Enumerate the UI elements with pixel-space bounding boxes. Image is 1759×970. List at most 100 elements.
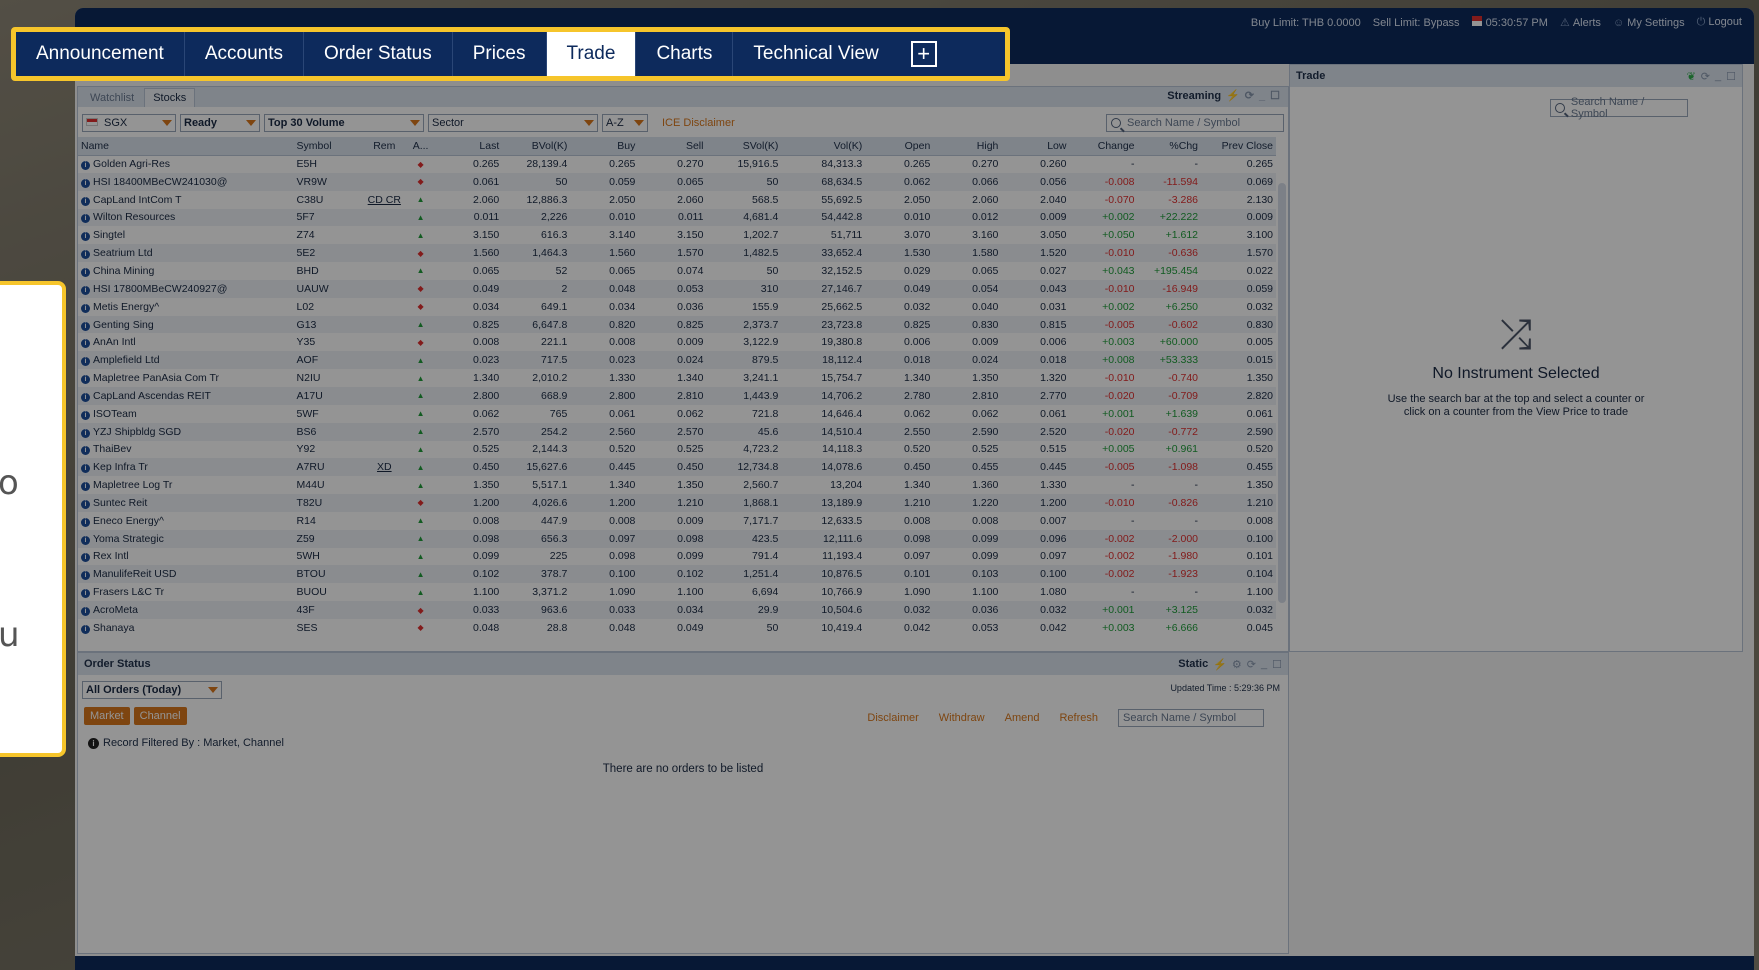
table-row[interactable]: i Rex Intl 5WH ▲ 0.099 225 0.098 0.099 791.4 11,1… <box>78 548 1276 566</box>
table-row[interactable]: i Wilton Resources 5F7 ▲ 0.011 2,226 0.010 0.01… <box>78 208 1276 227</box>
table-row[interactable]: i China Mining BHD ▲ 0.065 52 0.065 0.074 50 32,1… <box>78 262 1276 280</box>
table-row[interactable]: i HSI 17800MBeCW240927@ UAUW ◆ 0.049 2 0.048 0.… <box>78 279 1276 298</box>
refresh-icon[interactable]: ⟳ <box>1247 658 1256 671</box>
info-icon[interactable]: i <box>81 392 90 402</box>
table-row[interactable]: i Seatrium Ltd 5E2 ◆ 1.560 1,464.3 1.560 1.570 1… <box>78 244 1276 263</box>
column-header-name[interactable]: Name <box>78 137 294 156</box>
chip-market[interactable]: Market <box>84 707 130 725</box>
info-icon[interactable]: i <box>81 375 90 385</box>
cell-rem[interactable]: XD <box>361 458 407 477</box>
grid-scrollbar[interactable] <box>1278 183 1286 603</box>
settings-icon[interactable]: ⚙ <box>1232 658 1242 671</box>
info-icon[interactable]: i <box>81 161 90 171</box>
info-icon[interactable]: i <box>81 357 90 367</box>
alerts-link[interactable]: ⚠ Alerts <box>1560 16 1601 29</box>
info-icon[interactable]: i <box>81 571 90 581</box>
info-icon[interactable]: i <box>81 232 90 242</box>
amend-link[interactable]: Amend <box>1005 712 1040 724</box>
info-icon[interactable]: i <box>81 499 90 509</box>
table-row[interactable]: i Mapletree Log Tr M44U ▲ 1.350 5,517.1 1.340 1… <box>78 476 1276 494</box>
order-filter-select[interactable]: All Orders (Today) <box>82 681 222 699</box>
add-tab-button[interactable]: + <box>910 32 937 76</box>
info-icon[interactable]: i <box>81 607 90 617</box>
tab-stocks[interactable]: Stocks <box>144 88 196 107</box>
info-icon[interactable]: i <box>81 303 90 313</box>
settings-link[interactable]: ☺ My Settings <box>1613 17 1685 29</box>
info-icon[interactable]: i <box>81 446 90 456</box>
table-row[interactable]: i AcroMeta 43F ◆ 0.033 963.6 0.033 0.034 29.9 10,… <box>78 601 1276 619</box>
bolt-icon[interactable]: ⚡ <box>1226 89 1240 102</box>
minimize-icon[interactable]: _ <box>1259 90 1265 102</box>
info-icon[interactable]: i <box>81 196 90 206</box>
column-header-svol[interactable]: SVol(K) <box>706 137 782 156</box>
sort-select[interactable]: A-Z <box>602 114 648 132</box>
bolt-icon[interactable]: ⚡ <box>1213 658 1227 671</box>
refresh-icon[interactable]: ⟳ <box>1701 70 1710 83</box>
column-header-buy[interactable]: Buy <box>570 137 639 156</box>
order-search-input[interactable]: Search Name / Symbol <box>1118 709 1264 727</box>
table-row[interactable]: i Yoma Strategic Z59 ▲ 0.098 656.3 0.097 0.098 4… <box>78 529 1276 548</box>
table-row[interactable]: i Amplefield Ltd AOF ▲ 0.023 717.5 0.023 0.024 8… <box>78 351 1276 370</box>
table-row[interactable]: i Singtel Z74 ▲ 3.150 616.3 3.140 3.150 1,202.7 5… <box>78 226 1276 244</box>
disclaimer-link[interactable]: Disclaimer <box>867 712 918 724</box>
info-icon[interactable]: i <box>81 250 90 260</box>
table-row[interactable]: i ThaiBev Y92 ▲ 0.525 2,144.3 0.520 0.525 4,723.… <box>78 441 1276 459</box>
table-row[interactable]: i ISOTeam 5WF ▲ 0.062 765 0.061 0.062 721.8 14,64… <box>78 405 1276 423</box>
cell-rem[interactable]: CD CR <box>362 191 407 209</box>
column-header-pchg[interactable]: %Chg <box>1137 137 1202 156</box>
info-icon[interactable]: i <box>81 482 90 492</box>
nav-accounts[interactable]: Accounts <box>185 32 304 76</box>
ice-disclaimer-link[interactable]: ICE Disclaimer <box>662 117 735 129</box>
leaf-icon[interactable]: ❦ <box>1687 70 1696 83</box>
column-header-rem[interactable]: Rem <box>361 137 407 156</box>
column-header-bvol[interactable]: BVol(K) <box>502 137 571 156</box>
info-icon[interactable]: i <box>81 178 90 188</box>
table-row[interactable]: i Metis Energy^ L02 ◆ 0.034 649.1 0.034 0.036 15… <box>78 298 1276 316</box>
info-icon[interactable]: i <box>81 267 90 277</box>
table-row[interactable]: i Shanaya SES ◆ 0.048 28.8 0.048 0.049 50 10,419.… <box>78 619 1276 637</box>
table-row[interactable]: i Mapletree PanAsia Com Tr N2IU ▲ 1.340 2,010… <box>78 369 1276 387</box>
maximize-icon[interactable]: ☐ <box>1272 658 1282 671</box>
info-icon[interactable]: i <box>81 553 90 563</box>
nav-charts[interactable]: Charts <box>636 32 734 76</box>
info-icon[interactable]: i <box>81 589 90 599</box>
column-header-sell[interactable]: Sell <box>638 137 707 156</box>
info-icon[interactable]: i <box>81 285 90 295</box>
info-icon[interactable]: i <box>81 624 90 634</box>
maximize-icon[interactable]: ☐ <box>1726 70 1736 83</box>
market-select[interactable]: SGX <box>82 114 176 132</box>
withdraw-link[interactable]: Withdraw <box>939 712 985 724</box>
watchlist-search-input[interactable]: Search Name / Symbol <box>1106 114 1284 132</box>
logout-link[interactable]: ⏻ Logout <box>1697 16 1742 29</box>
column-header-open[interactable]: Open <box>865 137 934 156</box>
info-icon[interactable]: i <box>81 410 90 420</box>
table-row[interactable]: i CapLand Ascendas REIT A17U ▲ 2.800 668.9 2.8… <box>78 386 1276 405</box>
info-icon[interactable]: i <box>81 428 90 438</box>
maximize-icon[interactable]: ☐ <box>1270 89 1280 102</box>
info-icon[interactable]: i <box>81 464 90 474</box>
table-row[interactable]: i HSI 18400MBeCW241030@ VR9W ◆ 0.061 50 0.059 0… <box>78 172 1276 191</box>
sector-select[interactable]: Sector <box>428 114 598 132</box>
nav-technical-view[interactable]: Technical View <box>733 32 898 76</box>
info-icon[interactable]: i <box>81 339 90 349</box>
column-header-symbol[interactable]: Symbol <box>293 137 362 156</box>
nav-order-status[interactable]: Order Status <box>304 32 453 76</box>
table-row[interactable]: i Frasers L&C Tr BUOU ▲ 1.100 3,371.2 1.090 1.1… <box>78 583 1276 601</box>
nav-trade[interactable]: Trade <box>546 32 637 76</box>
refresh-icon[interactable]: ⟳ <box>1245 89 1254 102</box>
column-header-prev[interactable]: Prev Close <box>1201 137 1276 156</box>
list-select[interactable]: Top 30 Volume <box>264 114 424 132</box>
info-icon[interactable]: i <box>81 535 90 545</box>
table-row[interactable]: i Golden Agri-Res E5H ◆ 0.265 28,139.4 0.265 0.… <box>78 155 1276 173</box>
trade-search-input[interactable]: Search Name / Symbol <box>1550 96 1688 120</box>
table-row[interactable]: i ManulifeReit USD BTOU ▲ 0.102 378.7 0.100 0.1… <box>78 565 1276 584</box>
info-icon[interactable]: i <box>81 517 90 527</box>
minimize-icon[interactable]: _ <box>1715 70 1721 82</box>
nav-prices[interactable]: Prices <box>453 32 547 76</box>
table-row[interactable]: i Kep Infra Tr A7RU XD ▲ 0.450 15,627.6 0.445 0.… <box>78 458 1276 477</box>
column-header-low[interactable]: Low <box>1001 137 1070 156</box>
nav-announcement[interactable]: Announcement <box>16 32 185 76</box>
table-row[interactable]: i Genting Sing G13 ▲ 0.825 6,647.8 0.820 0.825 2… <box>78 315 1276 334</box>
minimize-icon[interactable]: _ <box>1261 658 1267 670</box>
table-row[interactable]: i CapLand IntCom T C38U CD CR ▲ 2.060 12,886.3… <box>78 191 1276 209</box>
